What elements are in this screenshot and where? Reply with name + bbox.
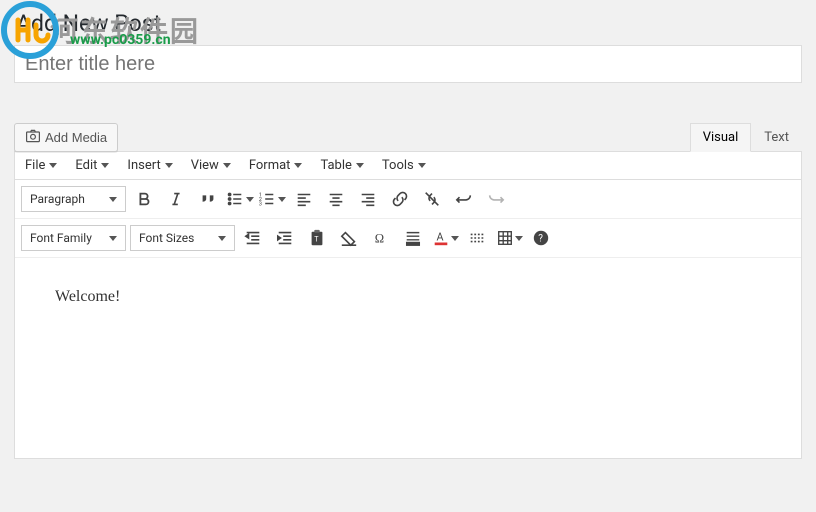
indent-button[interactable] (270, 224, 300, 252)
svg-text:A: A (436, 231, 443, 244)
watermark-url: www.pc0359.cn (70, 32, 171, 48)
caret-icon (218, 236, 226, 241)
bold-button[interactable] (129, 185, 159, 213)
menubar: File Edit Insert View Format Table Tools (15, 152, 801, 180)
caret-icon (101, 163, 109, 168)
tab-text[interactable]: Text (751, 123, 802, 152)
content-text: Welcome! (55, 288, 120, 305)
clearformat-button[interactable] (334, 224, 364, 252)
letterspacing-button[interactable] (398, 224, 428, 252)
bullet-list-button[interactable] (225, 185, 255, 213)
fontfamily-dropdown[interactable]: Font Family (21, 225, 126, 251)
outdent-button[interactable] (238, 224, 268, 252)
number-list-button[interactable]: 123 (257, 185, 287, 213)
caret-icon (356, 163, 364, 168)
menu-insert[interactable]: Insert (127, 158, 172, 173)
align-center-button[interactable] (321, 185, 351, 213)
editor-container: File Edit Insert View Format Table Tools… (14, 151, 802, 459)
svg-text:3: 3 (259, 201, 262, 207)
align-left-button[interactable] (289, 185, 319, 213)
menu-table[interactable]: Table (320, 158, 363, 173)
post-title-input[interactable] (14, 45, 802, 83)
paste-button[interactable]: T (302, 224, 332, 252)
add-media-label: Add Media (45, 130, 107, 145)
caret-icon (294, 163, 302, 168)
textcolor-button[interactable]: A (430, 224, 460, 252)
svg-text:Ω: Ω (375, 232, 384, 246)
toolbar-row-1: Paragraph 123 (15, 180, 801, 219)
format-dropdown[interactable]: Paragraph (21, 186, 126, 212)
caret-icon (515, 236, 523, 241)
caret-icon (451, 236, 459, 241)
specialchar-button[interactable]: Ω (366, 224, 396, 252)
hr-button[interactable] (462, 224, 492, 252)
tab-visual[interactable]: Visual (690, 123, 752, 152)
unlink-button[interactable] (417, 185, 447, 213)
caret-icon (165, 163, 173, 168)
menu-view[interactable]: View (191, 158, 231, 173)
caret-icon (278, 197, 286, 202)
fontsize-dropdown[interactable]: Font Sizes (130, 225, 235, 251)
redo-button[interactable] (481, 185, 511, 213)
svg-text:T: T (314, 235, 319, 244)
svg-text:?: ? (538, 234, 543, 245)
menu-format[interactable]: Format (249, 158, 303, 173)
caret-icon (418, 163, 426, 168)
link-button[interactable] (385, 185, 415, 213)
undo-button[interactable] (449, 185, 479, 213)
editor-content[interactable]: Welcome! (15, 258, 801, 458)
caret-icon (246, 197, 254, 202)
italic-button[interactable] (161, 185, 191, 213)
toolbar-row-2: Font Family Font Sizes T Ω A ? (15, 219, 801, 258)
help-button[interactable]: ? (526, 224, 556, 252)
menu-edit[interactable]: Edit (75, 158, 109, 173)
caret-icon (109, 197, 117, 202)
editor-tabs: Visual Text (690, 123, 802, 152)
caret-icon (109, 236, 117, 241)
align-right-button[interactable] (353, 185, 383, 213)
table-button[interactable] (494, 224, 524, 252)
menu-file[interactable]: File (25, 158, 57, 173)
caret-icon (223, 163, 231, 168)
blockquote-button[interactable] (193, 185, 223, 213)
menu-tools[interactable]: Tools (382, 158, 426, 173)
caret-icon (49, 163, 57, 168)
camera-icon (25, 128, 41, 147)
add-media-button[interactable]: Add Media (14, 123, 118, 152)
